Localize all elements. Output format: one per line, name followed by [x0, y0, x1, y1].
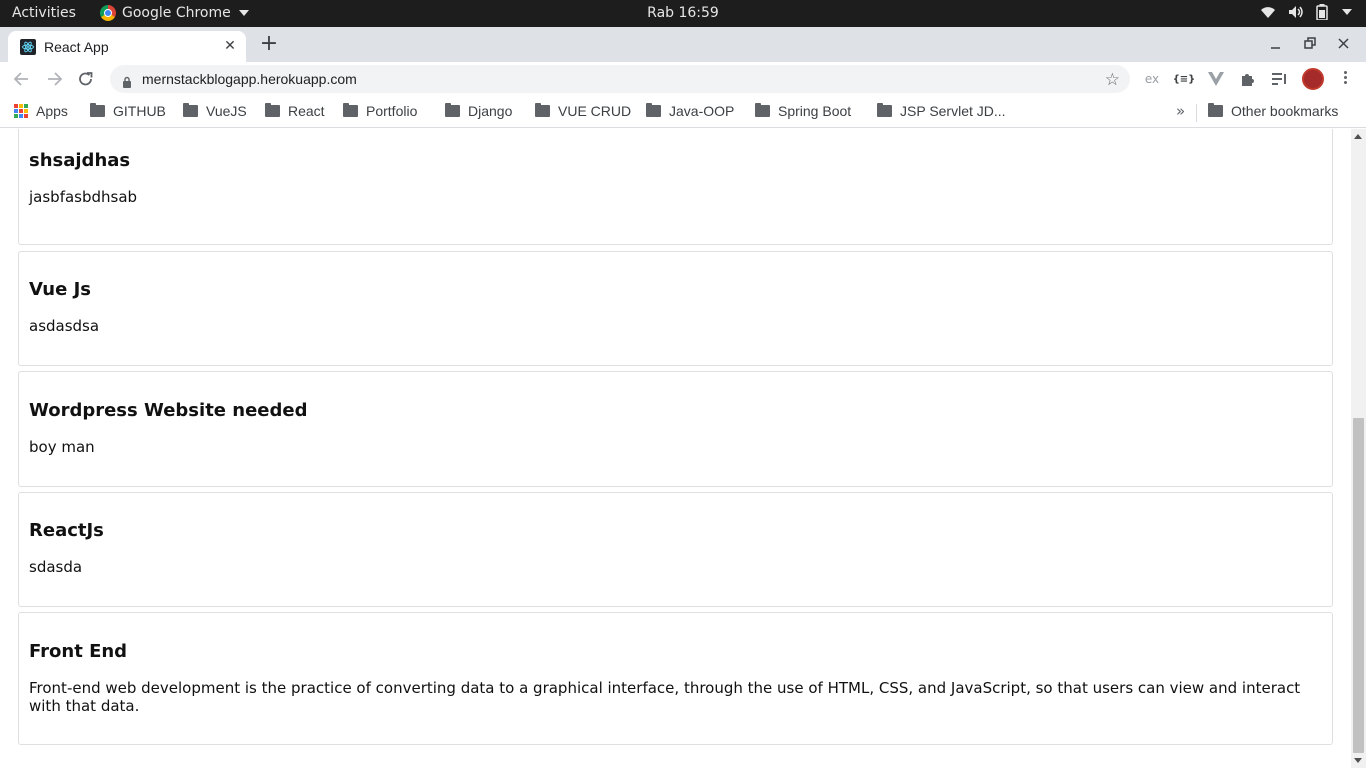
system-tray[interactable] — [1260, 4, 1352, 20]
window-controls — [1266, 35, 1354, 53]
folder-icon — [183, 103, 198, 117]
battery-icon — [1316, 4, 1328, 20]
address-bar[interactable]: mernstackblogapp.herokuapp.com ☆ — [110, 65, 1130, 93]
page-viewport: shsajdhas jasbfasbdhsab Vue Js asdasdsa … — [0, 129, 1351, 768]
caret-down-icon — [238, 10, 249, 16]
extensions-area: ex {≡} — [1142, 68, 1324, 90]
folder-icon — [343, 103, 358, 117]
scrollbar-thumb[interactable] — [1353, 418, 1364, 753]
new-tab-button[interactable]: + — [258, 33, 280, 56]
post-title: Vue Js — [29, 279, 91, 300]
folder-icon — [265, 103, 280, 117]
post-body: asdasdsa — [29, 317, 100, 335]
page-scrollbar[interactable] — [1351, 129, 1366, 768]
post-title: ReactJs — [29, 520, 104, 541]
folder-icon — [755, 103, 770, 117]
post-title: Wordpress Website needed — [29, 400, 308, 421]
folder-icon — [535, 103, 550, 117]
close-tab-icon[interactable]: ✕ — [222, 38, 238, 54]
bookmark-label: Other bookmarks — [1231, 103, 1339, 119]
bookmark-label: GITHUB — [113, 103, 166, 119]
post-card: Wordpress Website needed boy man — [18, 371, 1333, 487]
folder-icon — [90, 103, 105, 117]
activities-button[interactable]: Activities — [12, 5, 76, 21]
profile-avatar[interactable] — [1302, 68, 1324, 90]
url-text[interactable]: mernstackblogapp.herokuapp.com — [142, 71, 357, 87]
bookmark-folder[interactable]: Django — [445, 103, 512, 119]
bookmarks-bar: Apps GITHUB VueJS React Portfolio Django… — [0, 96, 1366, 128]
bookmark-folder[interactable]: Portfolio — [343, 103, 417, 119]
bookmark-label: Spring Boot — [778, 103, 852, 119]
post-card: ReactJs sdasda — [18, 492, 1333, 607]
bookmark-label: Django — [468, 103, 513, 119]
post-title: shsajdhas — [29, 150, 131, 171]
tab-strip: React App ✕ + — [0, 27, 1366, 62]
react-icon — [20, 38, 36, 55]
bookmark-folder[interactable]: VUE CRUD — [535, 103, 631, 119]
post-body: boy man — [29, 438, 95, 456]
close-window-icon[interactable] — [1334, 35, 1354, 53]
system-menu-caret-icon — [1342, 9, 1352, 15]
chrome-menu-icon[interactable] — [1344, 71, 1348, 86]
bookmarks-overflow-button[interactable]: » — [1176, 102, 1185, 120]
wifi-icon — [1260, 5, 1276, 19]
bookmark-apps[interactable]: Apps — [14, 103, 68, 119]
gnome-top-bar: Activities Google Chrome Rab 16:59 — [0, 0, 1366, 27]
restore-icon[interactable] — [1300, 35, 1320, 53]
scroll-down-arrow-icon[interactable] — [1354, 758, 1362, 763]
vue-devtools-icon[interactable] — [1206, 69, 1226, 89]
bookmark-label: Portfolio — [366, 103, 418, 119]
bookmark-label: VueJS — [206, 103, 247, 119]
bookmark-label: JSP Servlet JD... — [900, 103, 1006, 119]
app-menu-label: Google Chrome — [122, 5, 231, 21]
minimize-icon[interactable] — [1266, 35, 1286, 53]
bookmark-folder[interactable]: Spring Boot — [755, 103, 851, 119]
bookmark-label: Apps — [36, 103, 68, 119]
media-queue-icon[interactable] — [1270, 69, 1290, 89]
folder-icon — [646, 103, 661, 117]
post-body: Front-end web development is the practic… — [29, 679, 1301, 715]
bookmark-star-icon[interactable]: ☆ — [1105, 70, 1120, 90]
bookmark-folder[interactable]: JSP Servlet JD... — [877, 103, 1006, 119]
bookmark-folder[interactable]: GITHUB — [90, 103, 166, 119]
puzzle-icon[interactable] — [1238, 69, 1258, 89]
chrome-icon — [100, 5, 116, 21]
bookmarks-divider — [1196, 104, 1197, 122]
post-card: Front End Front-end web development is t… — [18, 612, 1333, 745]
tab-react-app[interactable]: React App ✕ — [8, 31, 246, 62]
volume-icon — [1288, 5, 1304, 19]
post-title: Front End — [29, 641, 128, 662]
bookmark-label: Java-OOP — [669, 103, 735, 119]
folder-icon — [1208, 103, 1223, 117]
post-card: shsajdhas jasbfasbdhsab — [18, 129, 1333, 245]
app-menu[interactable]: Google Chrome — [100, 5, 249, 21]
lock-icon[interactable] — [122, 73, 132, 92]
bookmark-label: VUE CRUD — [558, 103, 632, 119]
json-viewer-icon[interactable]: {≡} — [1173, 69, 1196, 89]
bookmark-label: React — [288, 103, 325, 119]
post-body: jasbfasbdhsab — [29, 188, 138, 206]
reload-icon[interactable] — [74, 68, 98, 90]
apps-grid-icon — [14, 104, 28, 118]
browser-toolbar: mernstackblogapp.herokuapp.com ☆ ex {≡} — [0, 62, 1366, 96]
folder-icon — [877, 103, 892, 117]
back-arrow-icon[interactable] — [10, 68, 34, 90]
scroll-up-arrow-icon[interactable] — [1354, 134, 1362, 139]
tab-title: React App — [44, 38, 109, 55]
folder-icon — [445, 103, 460, 117]
ex-extension-icon[interactable]: ex — [1142, 69, 1162, 89]
bookmark-folder[interactable]: React — [265, 103, 325, 119]
forward-arrow-icon[interactable] — [42, 68, 66, 90]
bookmark-other[interactable]: Other bookmarks — [1208, 103, 1338, 119]
post-body: sdasda — [29, 558, 83, 576]
post-card: Vue Js asdasdsa — [18, 251, 1333, 366]
bookmark-folder[interactable]: Java-OOP — [646, 103, 734, 119]
bookmark-folder[interactable]: VueJS — [183, 103, 247, 119]
